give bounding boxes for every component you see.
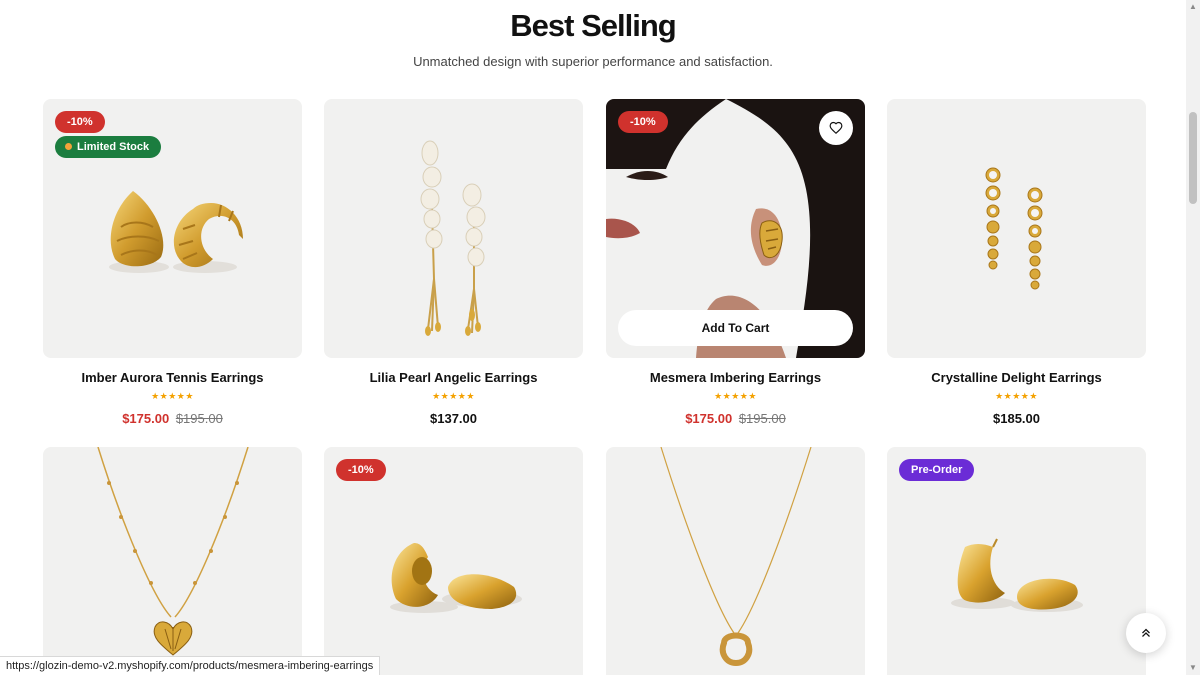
product-card[interactable]: Crystalline Delight Earrings ★★★★★ $185.…: [887, 99, 1146, 426]
back-to-top-button[interactable]: [1126, 613, 1166, 653]
status-bar-url: https://glozin-demo-v2.myshopify.com/pro…: [0, 656, 381, 675]
arrow-down-icon[interactable]: ▼: [1186, 661, 1200, 675]
star-rating: ★★★★★: [151, 391, 194, 401]
product-price: $185.00: [887, 411, 1146, 426]
dome-earrings-image: [951, 538, 1083, 612]
compare-price: $195.00: [175, 411, 223, 426]
star-rating: ★★★★★: [995, 391, 1038, 401]
chevrons-up-icon: [1142, 628, 1150, 637]
product-card[interactable]: Pre-Order: [887, 447, 1146, 675]
sale-badge: -10%: [55, 111, 105, 133]
compare-price: $195.00: [738, 411, 786, 426]
sale-badge: -10%: [336, 459, 386, 481]
arrow-up-icon[interactable]: ▲: [1186, 0, 1200, 14]
product-price: $175.00 $195.00: [43, 411, 302, 426]
sale-price: $175.00: [685, 411, 733, 426]
regular-price: $185.00: [993, 411, 1040, 426]
product-name[interactable]: Lilia Pearl Angelic Earrings: [324, 370, 583, 385]
page: Best Selling Unmatched design with super…: [0, 0, 1186, 675]
sale-price: $175.00: [122, 411, 170, 426]
product-image[interactable]: -10% Add To Cart: [606, 99, 865, 358]
crystal-drop-earrings-image: [985, 167, 1043, 290]
product-image[interactable]: [43, 447, 302, 675]
product-image[interactable]: -10% Limited Stock: [43, 99, 302, 358]
limited-stock-badge: Limited Stock: [55, 136, 162, 158]
product-image[interactable]: [324, 99, 583, 358]
product-card[interactable]: [606, 447, 865, 675]
product-card[interactable]: Lilia Pearl Angelic Earrings ★★★★★ $137.…: [324, 99, 583, 426]
product-image[interactable]: [887, 99, 1146, 358]
heart-pendant-necklace-image: [97, 447, 249, 656]
star-rating: ★★★★★: [714, 391, 757, 401]
limited-stock-label: Limited Stock: [77, 141, 150, 153]
star-rating: ★★★★★: [432, 391, 475, 401]
product-name[interactable]: Mesmera Imbering Earrings: [606, 370, 865, 385]
product-card[interactable]: -10% Limited Stock Imber Aurora Tennis E…: [43, 99, 302, 426]
product-card[interactable]: [43, 447, 302, 675]
heart-icon: [829, 121, 843, 135]
sale-badge: -10%: [618, 111, 668, 133]
regular-price: $137.00: [430, 411, 477, 426]
pendant-necklace-image: [660, 447, 812, 667]
wishlist-button[interactable]: [819, 111, 853, 145]
product-image[interactable]: [606, 447, 865, 675]
pearl-earrings-image: [420, 140, 486, 336]
product-name[interactable]: Imber Aurora Tennis Earrings: [43, 370, 302, 385]
dot-icon: [65, 143, 72, 150]
product-card[interactable]: -10%: [324, 447, 583, 675]
product-name[interactable]: Crystalline Delight Earrings: [887, 370, 1146, 385]
product-price: $175.00 $195.00: [606, 411, 865, 426]
product-card[interactable]: -10% Add To Cart Mesmera Imbering Earrin…: [606, 99, 865, 426]
section-subtitle: Unmatched design with superior performan…: [413, 54, 773, 69]
preorder-badge: Pre-Order: [899, 459, 975, 481]
add-to-cart-button[interactable]: Add To Cart: [618, 310, 853, 346]
section-title: Best Selling: [510, 8, 676, 43]
scrollbar-thumb[interactable]: [1189, 112, 1197, 204]
product-image[interactable]: -10%: [324, 447, 583, 675]
product-image[interactable]: Pre-Order: [887, 447, 1146, 675]
page-scrollbar[interactable]: ▲ ▼: [1186, 0, 1200, 675]
product-price: $137.00: [324, 411, 583, 426]
chunky-gold-earrings-image: [390, 543, 522, 613]
